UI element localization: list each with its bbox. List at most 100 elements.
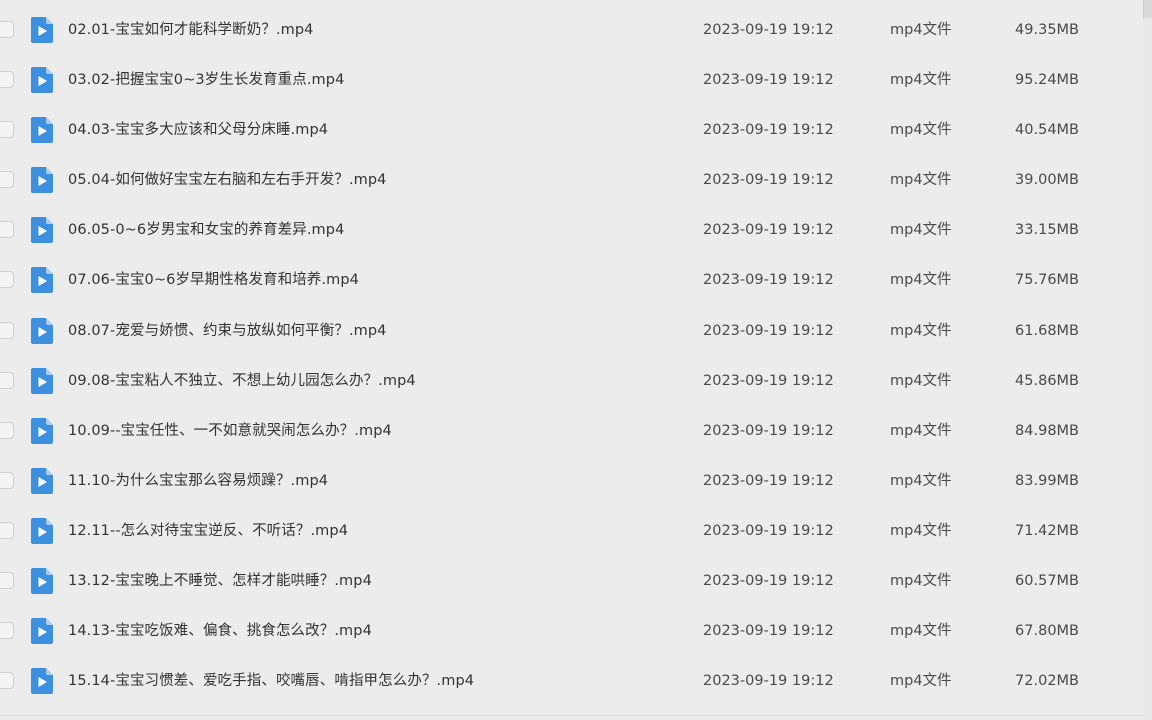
row-checkbox[interactable]: [0, 171, 14, 189]
file-type: mp4文件: [890, 272, 952, 289]
video-file-icon: [31, 67, 53, 94]
scrollbar-thumb[interactable]: [1143, 0, 1152, 18]
file-size: 61.68MB: [1015, 322, 1079, 339]
row-checkbox[interactable]: [0, 572, 14, 590]
row-checkbox[interactable]: [0, 471, 14, 489]
video-file-icon: [31, 267, 53, 294]
modified-date: 2023-09-19 19:12: [703, 272, 834, 289]
file-type: mp4文件: [890, 623, 952, 640]
file-size: 95.24MB: [1015, 72, 1079, 89]
file-type: mp4文件: [890, 522, 952, 539]
file-row[interactable]: 02.01-宝宝如何才能科学断奶？.mp4 2023-09-19 19:12 mp4…: [0, 5, 1140, 55]
video-file-icon: [31, 568, 53, 595]
file-row[interactable]: 09.08-宝宝粘人不独立、不想上幼儿园怎么办？.mp4 2023-09-19 1…: [0, 356, 1140, 406]
video-file-icon: [31, 517, 53, 544]
file-name[interactable]: 13.12-宝宝晚上不睡觉、怎样才能哄睡？.mp4: [68, 556, 372, 606]
modified-date: 2023-09-19 19:12: [703, 573, 834, 590]
modified-date: 2023-09-19 19:12: [703, 372, 834, 389]
file-row[interactable]: 13.12-宝宝晚上不睡觉、怎样才能哄睡？.mp4 2023-09-19 19:1…: [0, 556, 1140, 606]
modified-date: 2023-09-19 19:12: [703, 322, 834, 339]
modified-date: 2023-09-19 19:12: [703, 422, 834, 439]
file-type: mp4文件: [890, 422, 952, 439]
row-checkbox[interactable]: [0, 521, 14, 539]
modified-date: 2023-09-19 19:12: [703, 22, 834, 38]
modified-date: 2023-09-19 19:12: [703, 472, 834, 489]
file-size: 45.86MB: [1015, 372, 1079, 389]
vertical-scrollbar[interactable]: [1143, 0, 1152, 720]
video-file-icon: [31, 17, 53, 43]
file-type: mp4文件: [890, 673, 952, 690]
video-file-icon: [31, 467, 53, 494]
file-name[interactable]: 12.11--怎么对待宝宝逆反、不听话？.mp4: [68, 506, 348, 556]
file-size: 60.57MB: [1015, 573, 1079, 590]
file-size: 71.42MB: [1015, 522, 1079, 539]
file-name[interactable]: 08.07-宠爱与娇惯、约束与放纵如何平衡？.mp4: [68, 306, 387, 356]
file-name[interactable]: 02.01-宝宝如何才能科学断奶？.mp4: [68, 5, 314, 55]
file-name[interactable]: 05.04-如何做好宝宝左右脑和左右手开发？.mp4: [68, 155, 387, 205]
modified-date: 2023-09-19 19:12: [703, 122, 834, 139]
row-checkbox[interactable]: [0, 321, 14, 339]
file-name[interactable]: 11.10-为什么宝宝那么容易烦躁？.mp4: [68, 456, 328, 506]
file-row[interactable]: 15.14-宝宝习惯差、爱吃手指、咬嘴唇、啃指甲怎么办？.mp4 2023-09-…: [0, 656, 1140, 706]
file-name[interactable]: 09.08-宝宝粘人不独立、不想上幼儿园怎么办？.mp4: [68, 356, 416, 406]
video-file-icon: [31, 167, 53, 194]
file-size: 67.80MB: [1015, 623, 1079, 640]
file-row[interactable]: 04.03-宝宝多大应该和父母分床睡.mp4 2023-09-19 19:12 mp…: [0, 105, 1140, 155]
file-size: 39.00MB: [1015, 172, 1079, 189]
file-type: mp4文件: [890, 573, 952, 590]
modified-date: 2023-09-19 19:12: [703, 72, 834, 89]
video-file-icon: [31, 417, 53, 444]
file-size: 84.98MB: [1015, 422, 1079, 439]
file-size: 83.99MB: [1015, 472, 1079, 489]
row-checkbox[interactable]: [0, 421, 14, 439]
video-file-icon: [31, 117, 53, 144]
file-type: mp4文件: [890, 472, 952, 489]
video-file-icon: [31, 217, 53, 244]
file-row[interactable]: 05.04-如何做好宝宝左右脑和左右手开发？.mp4 2023-09-19 19:…: [0, 155, 1140, 205]
row-checkbox[interactable]: [0, 271, 14, 289]
modified-date: 2023-09-19 19:12: [703, 222, 834, 239]
file-name[interactable]: 10.09--宝宝任性、一不如意就哭闹怎么办？.mp4: [68, 406, 392, 456]
row-checkbox[interactable]: [0, 71, 14, 89]
file-size: 75.76MB: [1015, 272, 1079, 289]
file-list: 02.01-宝宝如何才能科学断奶？.mp4 2023-09-19 19:12 mp4…: [0, 5, 1140, 706]
file-type: mp4文件: [890, 222, 952, 239]
file-row[interactable]: 11.10-为什么宝宝那么容易烦躁？.mp4 2023-09-19 19:12 mp…: [0, 456, 1140, 506]
video-file-icon: [31, 317, 53, 344]
modified-date: 2023-09-19 19:12: [703, 172, 834, 189]
file-name[interactable]: 07.06-宝宝0~6岁早期性格发育和培养.mp4: [68, 255, 359, 305]
file-size: 40.54MB: [1015, 122, 1079, 139]
file-name[interactable]: 03.02-把握宝宝0~3岁生长发育重点.mp4: [68, 55, 344, 105]
divider: [0, 715, 1143, 716]
file-size: 49.35MB: [1015, 22, 1079, 38]
row-checkbox[interactable]: [0, 371, 14, 389]
row-checkbox[interactable]: [0, 21, 14, 38]
file-row[interactable]: 03.02-把握宝宝0~3岁生长发育重点.mp4 2023-09-19 19:12…: [0, 55, 1140, 105]
video-file-icon: [31, 618, 53, 645]
file-row[interactable]: 10.09--宝宝任性、一不如意就哭闹怎么办？.mp4 2023-09-19 19…: [0, 406, 1140, 456]
file-name[interactable]: 14.13-宝宝吃饭难、偏食、挑食怎么改？.mp4: [68, 606, 372, 656]
video-file-icon: [31, 668, 53, 695]
row-checkbox[interactable]: [0, 672, 14, 690]
row-checkbox[interactable]: [0, 622, 14, 640]
file-size: 72.02MB: [1015, 673, 1079, 690]
file-row[interactable]: 08.07-宠爱与娇惯、约束与放纵如何平衡？.mp4 2023-09-19 19:…: [0, 306, 1140, 356]
row-checkbox[interactable]: [0, 121, 14, 139]
file-row[interactable]: 07.06-宝宝0~6岁早期性格发育和培养.mp4 2023-09-19 19:1…: [0, 255, 1140, 305]
modified-date: 2023-09-19 19:12: [703, 673, 834, 690]
file-name[interactable]: 06.05-0~6岁男宝和女宝的养育差异.mp4: [68, 205, 344, 255]
file-row[interactable]: 14.13-宝宝吃饭难、偏食、挑食怎么改？.mp4 2023-09-19 19:1…: [0, 606, 1140, 656]
video-file-icon: [31, 367, 53, 394]
file-type: mp4文件: [890, 72, 952, 89]
file-type: mp4文件: [890, 372, 952, 389]
file-type: mp4文件: [890, 22, 952, 38]
file-name[interactable]: 04.03-宝宝多大应该和父母分床睡.mp4: [68, 105, 328, 155]
modified-date: 2023-09-19 19:12: [703, 522, 834, 539]
row-checkbox[interactable]: [0, 221, 14, 239]
file-row[interactable]: 06.05-0~6岁男宝和女宝的养育差异.mp4 2023-09-19 19:12…: [0, 205, 1140, 255]
file-type: mp4文件: [890, 122, 952, 139]
file-name[interactable]: 15.14-宝宝习惯差、爱吃手指、咬嘴唇、啃指甲怎么办？.mp4: [68, 656, 474, 706]
file-size: 33.15MB: [1015, 222, 1079, 239]
file-type: mp4文件: [890, 172, 952, 189]
file-row[interactable]: 12.11--怎么对待宝宝逆反、不听话？.mp4 2023-09-19 19:12…: [0, 506, 1140, 556]
